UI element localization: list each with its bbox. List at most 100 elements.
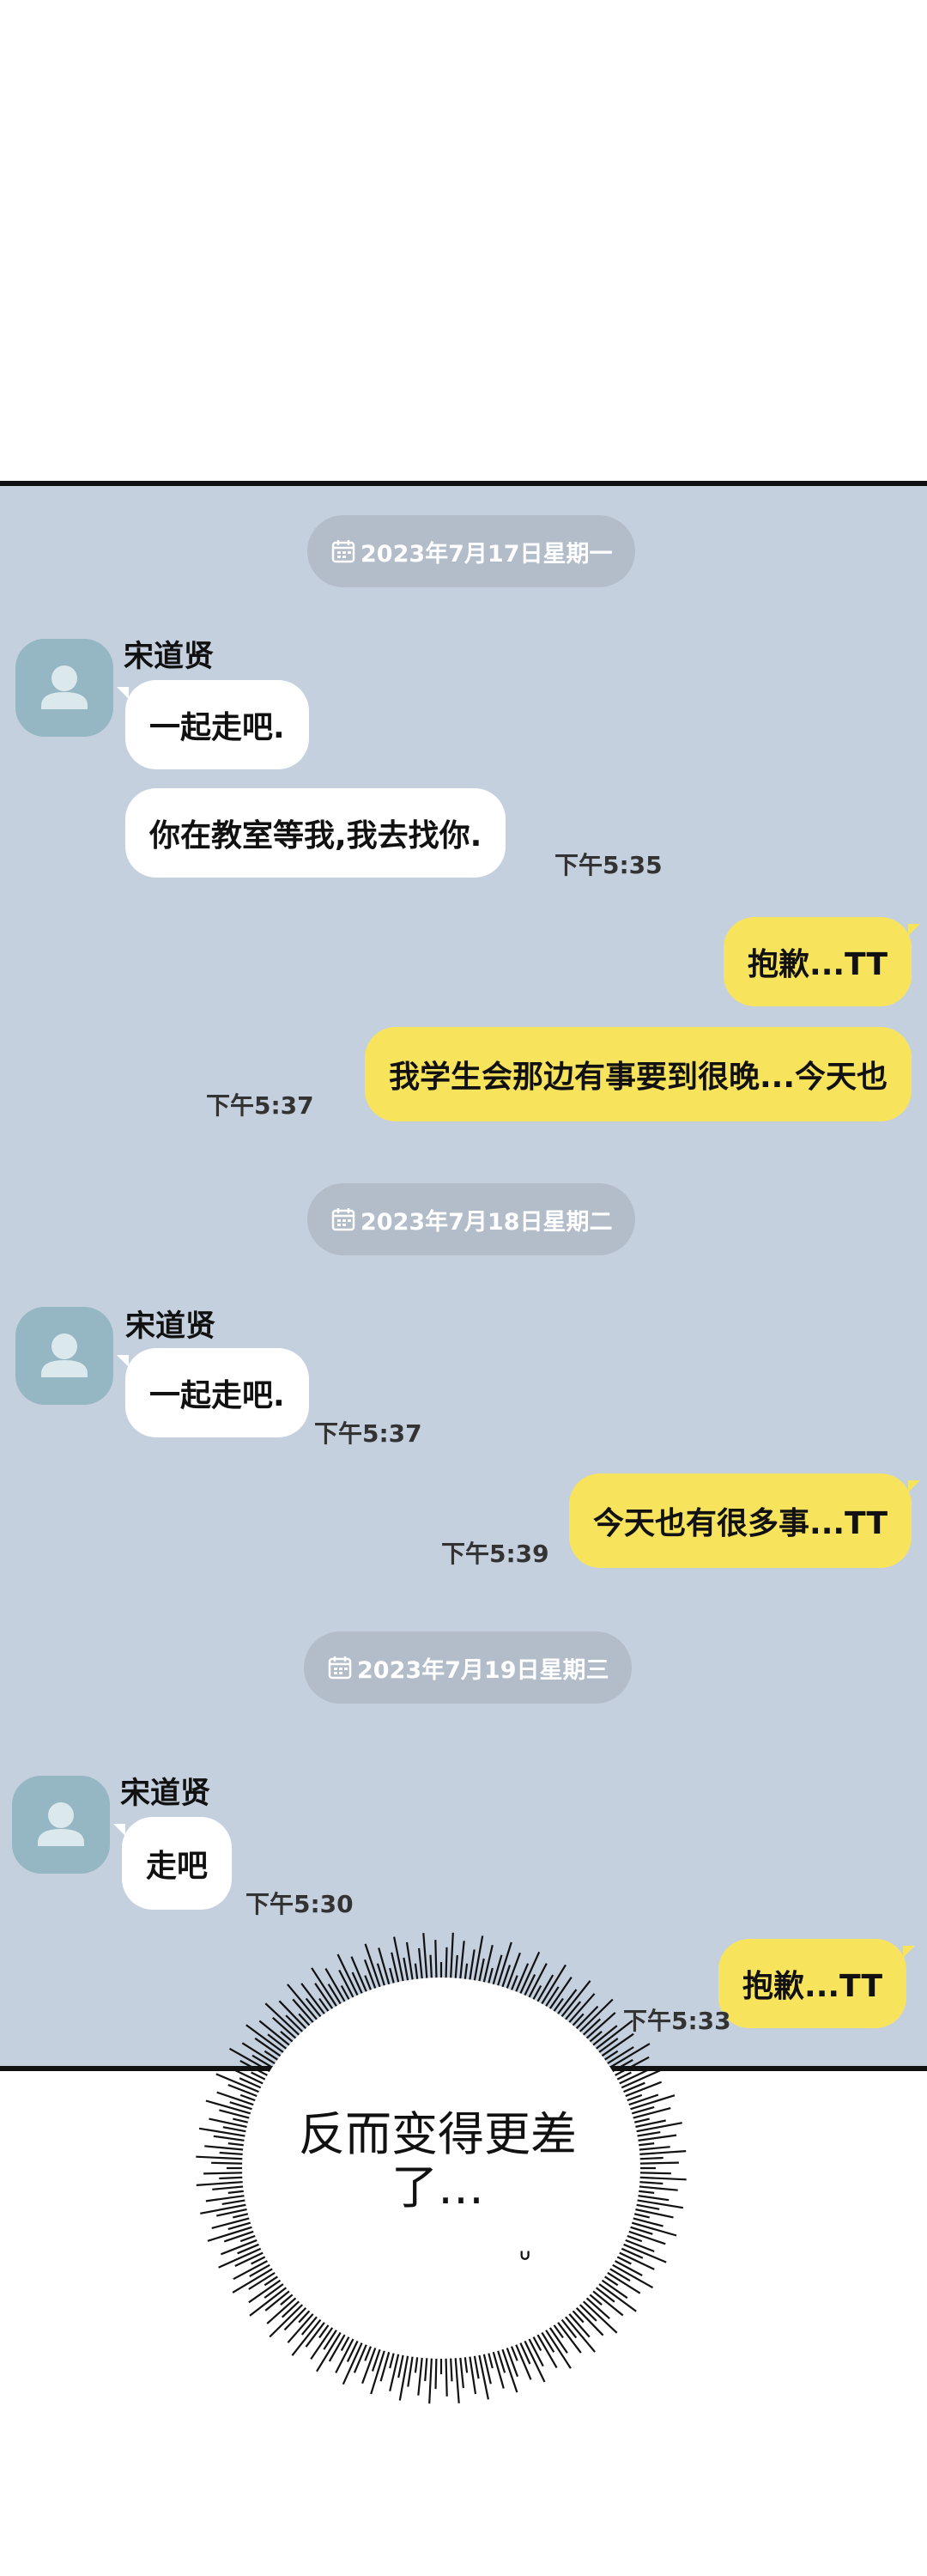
burst-line <box>615 2191 670 2202</box>
default-user-avatar-icon <box>38 1802 84 1846</box>
burst-line <box>532 2318 555 2353</box>
burst-line <box>605 2227 643 2243</box>
burst-line <box>300 2299 332 2336</box>
burst-line <box>609 2215 677 2237</box>
date-separator: 2023年7月17日星期一 <box>307 515 635 587</box>
burst-line <box>398 2334 413 2401</box>
burst-line <box>597 2071 632 2091</box>
date-separator: 2023年7月19日星期三 <box>304 1631 632 1704</box>
burst-line <box>572 2279 603 2306</box>
burst-line <box>591 2272 628 2300</box>
avatar[interactable] <box>15 1307 113 1405</box>
burst-line <box>508 2329 532 2380</box>
burst-line <box>298 2301 318 2324</box>
burst-line <box>318 2306 342 2339</box>
burst-line <box>371 2328 388 2372</box>
burst-line <box>198 2127 258 2139</box>
burst-line <box>583 2282 624 2317</box>
burst-line <box>616 2227 666 2245</box>
default-user-avatar-icon <box>41 1334 88 1377</box>
burst-line <box>619 2105 655 2118</box>
burst-line <box>621 2184 678 2191</box>
burst-line <box>457 2341 464 2389</box>
burst-line <box>623 2201 660 2210</box>
burst-line <box>305 2308 336 2348</box>
burst-line <box>323 2315 347 2350</box>
burst-line <box>616 2156 663 2161</box>
burst-line <box>619 2131 661 2140</box>
outgoing-message[interactable]: 今天也有很多事...TT <box>569 1473 920 1568</box>
burst-line <box>215 2073 281 2102</box>
burst-line <box>609 2233 655 2253</box>
burst-line <box>543 2311 564 2339</box>
incoming-message[interactable]: 你在教室等我,我去找你. <box>125 788 506 878</box>
burst-line <box>283 2291 323 2331</box>
burst-line <box>407 2344 415 2387</box>
burst-line <box>207 2219 275 2242</box>
burst-line <box>589 2266 619 2287</box>
incoming-message[interactable]: 一起走吧. <box>117 680 309 769</box>
burst-line <box>291 2309 330 2356</box>
burst-line <box>205 2192 263 2202</box>
burst-line <box>389 2342 403 2391</box>
burst-line <box>587 2259 641 2294</box>
burst-line <box>227 2216 269 2231</box>
outgoing-message[interactable]: 我学生会那边有事要到很晚...今天也 <box>364 1027 912 1121</box>
outgoing-message[interactable]: 抱歉...TT <box>724 917 920 1006</box>
burst-line <box>470 2339 480 2379</box>
avatar[interactable] <box>12 1776 110 1874</box>
burst-line <box>580 2269 637 2312</box>
burst-line <box>615 2142 655 2149</box>
message-time: 下午5:39 <box>441 1540 549 1568</box>
burst-line <box>233 2117 261 2127</box>
calendar-icon <box>328 1655 352 1680</box>
burst-line <box>251 2250 277 2265</box>
incoming-message[interactable]: 走吧 <box>112 1817 233 1910</box>
burst-line <box>616 2208 650 2219</box>
date-separator: 2023年7月18日星期二 <box>307 1183 635 1255</box>
burst-line <box>239 2077 278 2096</box>
burst-line <box>249 2252 290 2278</box>
burst-line <box>237 2239 271 2255</box>
chat-panel: 2023年7月17日星期一 宋道贤 一起走吧. 你在教室等我,我去找你. 下午5… <box>0 481 927 2071</box>
burst-line <box>627 2150 687 2156</box>
burst-line <box>543 2304 582 2354</box>
date-label: 2023年7月18日星期二 <box>360 1208 613 1236</box>
burst-line <box>542 2317 568 2354</box>
burst-line <box>342 2327 370 2385</box>
narration-text: 反而变得更差 了… <box>258 2108 618 2215</box>
burst-line <box>616 2117 650 2128</box>
burst-line <box>533 2311 572 2369</box>
burst-line <box>219 2151 261 2157</box>
burst-line <box>239 2093 273 2108</box>
burst-line <box>480 2342 492 2385</box>
burst-line <box>211 2161 256 2166</box>
burst-line <box>613 2094 676 2116</box>
burst-line <box>611 2239 667 2263</box>
message-time: 下午5:33 <box>623 2007 731 2035</box>
burst-line <box>414 2340 421 2373</box>
burst-line <box>619 2196 684 2209</box>
sender-name: 宋道贤 <box>125 1309 216 1344</box>
burst-line <box>621 2146 670 2153</box>
burst-line <box>361 2331 383 2385</box>
burst-line <box>581 2275 615 2303</box>
burst-line <box>397 2338 408 2379</box>
burst-line <box>622 2119 666 2131</box>
burst-line <box>227 2083 270 2102</box>
burst-line <box>370 2339 389 2395</box>
avatar[interactable] <box>15 639 113 737</box>
burst-line <box>448 2336 453 2382</box>
message-time: 下午5:37 <box>314 1419 422 1448</box>
burst-line <box>483 2336 494 2369</box>
burst-line <box>233 2251 284 2281</box>
outgoing-message[interactable]: 抱歉...TT <box>718 1939 915 2028</box>
burst-line <box>269 2292 316 2338</box>
burst-line <box>496 2333 518 2393</box>
burst-line <box>467 2344 477 2395</box>
burst-line <box>602 2081 645 2102</box>
burst-line <box>598 2261 631 2282</box>
narration-line: 了… <box>391 2160 484 2215</box>
burst-line <box>616 2179 663 2185</box>
incoming-message[interactable]: 一起走吧. <box>117 1348 309 1437</box>
